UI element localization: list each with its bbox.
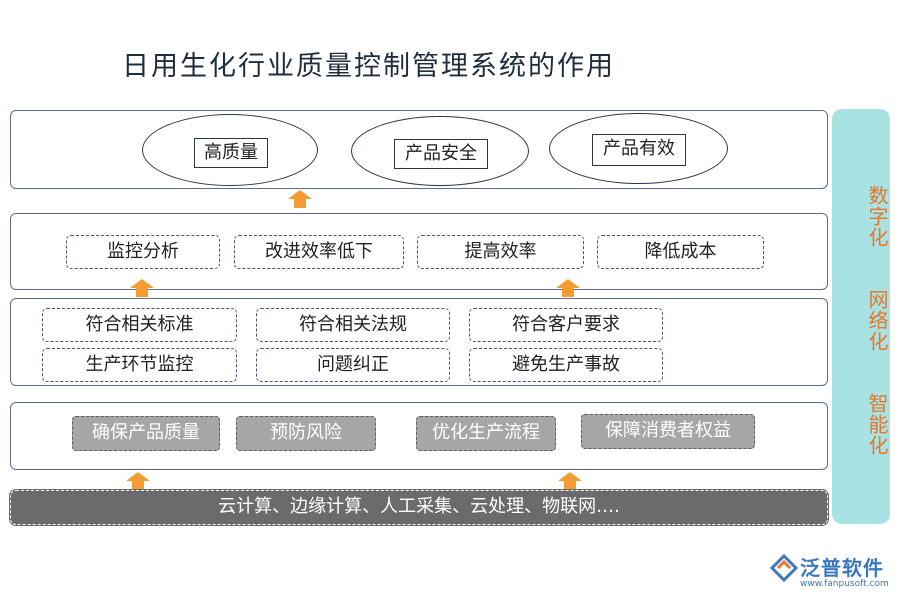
logo-url: www.fanpusoft.com	[800, 579, 889, 589]
compliance-item: 问题纠正	[256, 348, 450, 382]
function-item: 预防风险	[236, 416, 376, 451]
compliance-item: 符合客户要求	[469, 308, 663, 342]
compliance-item: 生产环节监控	[42, 348, 237, 382]
up-arrow-icon	[556, 279, 580, 297]
up-arrow-icon	[288, 190, 312, 208]
function-item: 确保产品质量	[72, 416, 220, 451]
function-item: 优化生产流程	[416, 416, 556, 451]
goal-label-2: 产品安全	[394, 139, 488, 169]
up-arrow-icon	[126, 472, 150, 490]
benefit-item: 降低成本	[597, 235, 764, 269]
logo-icon	[770, 554, 798, 582]
up-arrow-icon	[558, 472, 582, 490]
compliance-item: 符合相关法规	[256, 308, 450, 342]
function-item: 保障消费者权益	[581, 414, 755, 449]
page-title: 日用生化行业质量控制管理系统的作用	[122, 51, 615, 82]
benefit-item: 改进效率低下	[234, 235, 404, 269]
goal-label-1: 高质量	[194, 138, 268, 168]
up-arrow-icon	[130, 279, 154, 297]
logo-name: 泛普软件	[800, 556, 884, 580]
goal-label-3: 产品有效	[592, 134, 686, 166]
side-label: 智能化	[865, 392, 889, 456]
benefit-item: 监控分析	[66, 235, 220, 269]
brand-logo: 泛普软件 www.fanpusoft.com	[770, 552, 895, 596]
side-label: 数字化	[865, 184, 889, 248]
benefit-item: 提高效率	[417, 235, 584, 269]
side-band: 数字化 网络化 智能化	[832, 109, 890, 524]
technology-bar: 云计算、边缘计算、人工采集、云处理、物联网….	[9, 489, 829, 526]
compliance-item: 符合相关标准	[42, 308, 237, 342]
side-label: 网络化	[865, 288, 889, 352]
compliance-item: 避免生产事故	[469, 348, 663, 382]
